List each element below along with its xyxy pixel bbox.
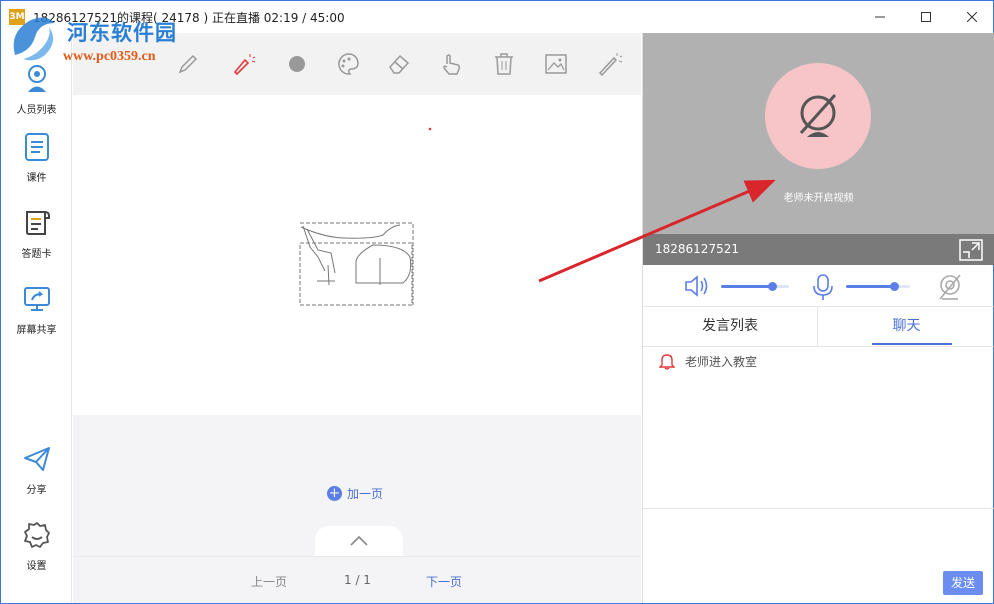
plus-icon: + <box>327 486 342 501</box>
tab-speaker-list[interactable]: 发言列表 <box>643 307 818 346</box>
image-tool[interactable] <box>541 49 571 79</box>
panel-tabs: 发言列表 聊天 <box>643 307 994 347</box>
whiteboard-toolbar <box>73 33 641 95</box>
camera-off-icon <box>799 93 837 137</box>
video-name-bar: 18286127521 <box>643 234 994 265</box>
tab-chat[interactable]: 聊天 <box>819 307 994 346</box>
send-button[interactable]: 发送 <box>943 571 983 595</box>
chat-message-text: 老师进入教室 <box>685 354 758 369</box>
answer-card-icon <box>25 211 50 235</box>
microphone-button[interactable] <box>811 273 835 305</box>
mic-volume-slider[interactable] <box>846 282 910 291</box>
pager: 上一页 1 / 1 下一页 <box>73 556 641 603</box>
camera-off-badge <box>765 63 871 169</box>
courseware-icon <box>24 133 49 161</box>
color-tool[interactable] <box>333 49 363 79</box>
chat-message: 老师进入教室 <box>659 352 757 370</box>
magic-wand-icon <box>598 53 623 76</box>
speaker-volume-fill <box>721 285 772 288</box>
sidebar-label: 设置 <box>26 561 47 572</box>
sidebar-item-courseware[interactable]: 课件 <box>1 129 72 184</box>
chat-messages: 老师进入教室 <box>643 348 994 508</box>
board-footer-area: + 加一页 <box>73 415 641 556</box>
teacher-video: 老师未开启视频 <box>643 33 994 234</box>
brush-size-tool[interactable] <box>282 49 312 79</box>
video-status-text: 老师未开启视频 <box>783 193 854 204</box>
chevron-up-icon <box>350 535 368 546</box>
paper-plane-icon <box>23 447 50 471</box>
maximize-button[interactable] <box>903 1 949 33</box>
microphone-icon <box>813 274 833 300</box>
close-button[interactable] <box>949 1 994 33</box>
next-page-button[interactable]: 下一页 <box>426 573 462 590</box>
whiteboard-canvas[interactable] <box>73 95 641 415</box>
sidebar-item-settings[interactable]: 设置 <box>1 517 72 572</box>
add-page-label: 加一页 <box>347 487 384 501</box>
teacher-name: 18286127521 <box>655 242 739 256</box>
mic-volume-fill <box>846 285 894 288</box>
sidebar-label: 分享 <box>26 485 47 496</box>
sidebar-item-answer-card[interactable]: 答题卡 <box>1 205 72 260</box>
eraser-tool[interactable] <box>384 49 414 79</box>
speaker-volume-slider[interactable] <box>721 282 789 291</box>
camera-disabled-icon <box>939 274 961 300</box>
sidebar-item-user-list[interactable]: 人员列表 <box>1 61 72 116</box>
user-list-icon <box>27 65 46 92</box>
add-page-button[interactable]: + 加一页 <box>327 485 383 502</box>
window-title: 18286127521的课程( 24178 ) 正在直播 02:19 / 45:… <box>33 11 345 25</box>
gear-icon <box>23 522 50 548</box>
pen-tool[interactable] <box>173 49 203 79</box>
left-sidebar: 人员列表 课件 答题卡 屏幕共享 分享 设置 <box>1 33 72 603</box>
title-bar: 3M 18286127521的课程( 24178 ) 正在直播 02:19 / … <box>1 1 993 33</box>
maximize-icon <box>921 12 931 22</box>
delete-tool[interactable] <box>489 49 519 79</box>
laser-pointer-tool[interactable] <box>229 49 259 79</box>
app-icon: 3M <box>9 9 25 25</box>
speaker-button[interactable] <box>683 273 713 303</box>
whiteboard-drawing <box>299 127 432 306</box>
sidebar-item-share[interactable]: 分享 <box>1 441 72 496</box>
screen-share-icon <box>23 287 50 311</box>
laser-dot <box>428 127 432 131</box>
sidebar-label: 课件 <box>26 173 47 184</box>
image-icon <box>545 54 567 74</box>
sidebar-label: 屏幕共享 <box>16 325 57 336</box>
right-panel: 老师未开启视频 18286127521 发言列表 聊天 老师进入教室 发送 <box>642 33 994 603</box>
hand-tool[interactable] <box>437 49 467 79</box>
speaker-volume-knob[interactable] <box>768 282 777 291</box>
palette-icon <box>338 53 359 75</box>
audio-controls <box>643 265 994 307</box>
eraser-icon <box>389 54 410 74</box>
trash-icon <box>495 53 513 75</box>
page-indicator: 1 / 1 <box>344 573 371 587</box>
minimize-button[interactable] <box>857 1 903 33</box>
app-window: 3M 18286127521的课程( 24178 ) 正在直播 02:19 / … <box>0 0 994 604</box>
magic-wand-tool[interactable] <box>595 49 625 79</box>
hand-icon <box>443 54 461 75</box>
minimize-icon <box>875 16 885 18</box>
fullscreen-icon <box>959 239 983 261</box>
bell-icon <box>659 354 675 370</box>
sidebar-label: 答题卡 <box>21 249 52 260</box>
fullscreen-button[interactable] <box>959 239 983 265</box>
collapse-tab[interactable] <box>315 526 403 556</box>
sidebar-item-screen-share[interactable]: 屏幕共享 <box>1 281 72 336</box>
mic-volume-knob[interactable] <box>890 282 899 291</box>
laser-pointer-icon <box>233 54 256 76</box>
pen-icon <box>178 54 198 74</box>
active-tab-indicator <box>872 343 952 345</box>
prev-page-button[interactable]: 上一页 <box>251 573 287 590</box>
sidebar-label: 人员列表 <box>16 105 57 116</box>
close-icon <box>967 12 977 22</box>
speaker-icon <box>685 275 708 297</box>
camera-toggle-button[interactable] <box>937 273 963 305</box>
dot-icon <box>289 56 305 72</box>
chat-input[interactable]: 发送 <box>643 508 994 603</box>
